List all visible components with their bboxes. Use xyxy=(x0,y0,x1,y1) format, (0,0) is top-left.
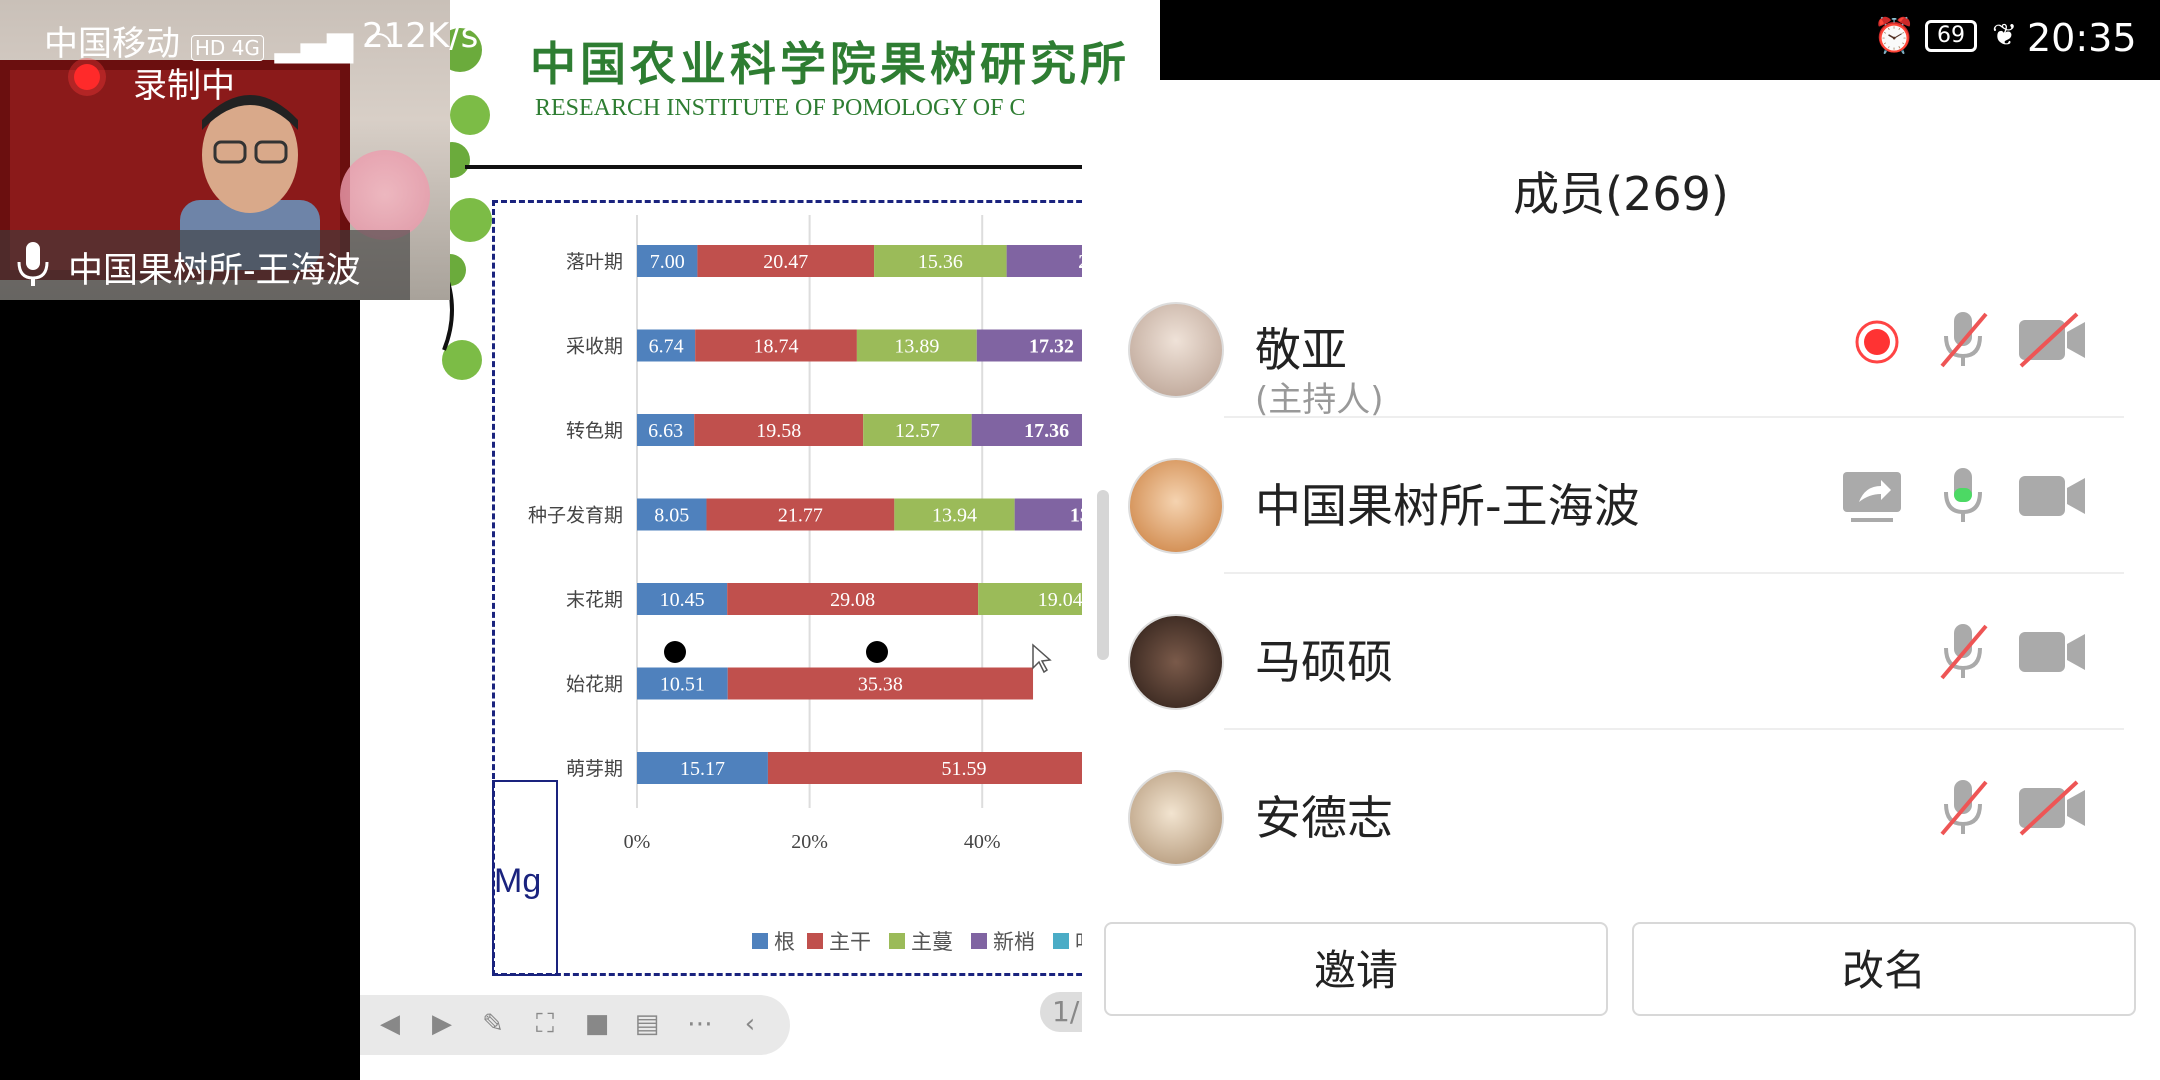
screenshot-icon[interactable]: ⛶ xyxy=(530,1009,560,1039)
category-label: 末花期 xyxy=(566,589,623,611)
member-row[interactable]: 敬亚 (主持人) xyxy=(1082,262,2160,420)
rename-button[interactable]: 改名 xyxy=(1632,922,2136,1016)
tick-label: 20% xyxy=(791,831,828,853)
category-label: 采收期 xyxy=(566,336,623,358)
clock: 20:35 xyxy=(2027,16,2137,60)
avatar xyxy=(1128,614,1224,710)
data-label: 7.00 xyxy=(650,251,685,273)
avatar xyxy=(1128,302,1224,398)
cursor-icon xyxy=(1032,643,1052,674)
camera-icon[interactable] xyxy=(2017,464,2087,528)
data-label: 29.08 xyxy=(830,589,875,611)
invite-button[interactable]: 邀请 xyxy=(1104,922,1608,1016)
data-label: 6.74 xyxy=(649,336,684,358)
mic-muted-icon[interactable] xyxy=(1928,776,1998,840)
mg-label: Mg xyxy=(494,862,542,900)
legend-label: 主干 xyxy=(829,930,871,954)
data-label: 10.51 xyxy=(660,674,705,696)
category-label: 始花期 xyxy=(566,674,623,696)
data-label: 17.36 xyxy=(1024,420,1069,442)
member-name: 安德志 xyxy=(1255,791,1393,845)
mic-muted-icon[interactable] xyxy=(1928,620,1998,684)
video-icon[interactable]: ■ xyxy=(582,1009,612,1039)
battery-indicator: 69 xyxy=(1925,20,1977,52)
mic-active-icon[interactable] xyxy=(1928,464,1998,528)
camera-off-icon[interactable] xyxy=(2017,308,2087,372)
chat-icon[interactable]: ▤ xyxy=(632,1009,662,1039)
data-label: 51.59 xyxy=(941,758,986,780)
screen-share-icon xyxy=(1843,472,1901,522)
data-label: 8.05 xyxy=(654,505,689,527)
signal-icon: ▂▄▆ xyxy=(274,24,354,64)
prev-icon[interactable]: ◀ xyxy=(375,1009,405,1039)
legend-label: 根 xyxy=(774,930,795,954)
category-label: 落叶期 xyxy=(566,251,623,273)
legend-swatch xyxy=(889,933,905,949)
next-icon[interactable]: ▶ xyxy=(427,1009,457,1039)
collapse-icon[interactable]: ‹ xyxy=(735,1009,765,1039)
speaker-name: 中国果树所-王海波 xyxy=(68,251,361,291)
avatar xyxy=(1128,458,1224,554)
legend-swatch xyxy=(1053,933,1069,949)
data-label: 20.47 xyxy=(763,251,808,273)
legend-label: 主蔓 xyxy=(911,930,953,954)
data-label: 17.32 xyxy=(1029,336,1074,358)
data-label: 13.89 xyxy=(894,336,939,358)
marker-dot xyxy=(866,641,888,663)
data-label: 6.63 xyxy=(648,420,683,442)
legend-label: 新梢 xyxy=(993,930,1035,954)
data-label: 21.77 xyxy=(778,505,823,527)
member-row[interactable]: 中国果树所-王海波 xyxy=(1082,418,2160,574)
tick-label: 40% xyxy=(964,831,1001,853)
more-icon[interactable]: ⋯ xyxy=(685,1009,715,1039)
network-speed: 212K/s xyxy=(362,16,479,56)
slide-control-bar: ◀ ▶ ✎ ⛶ ■ ▤ ⋯ ‹ xyxy=(360,995,790,1055)
record-dot-icon xyxy=(74,64,100,90)
pen-icon[interactable]: ✎ xyxy=(478,1009,508,1039)
data-label: 19.58 xyxy=(756,420,801,442)
member-name: 敬亚 xyxy=(1255,323,1347,377)
shared-slide: 中国农业科学院果树研究所 RESEARCH INSTITUTE OF POMOL… xyxy=(360,0,1160,1080)
leaf-icon: ❦ xyxy=(1992,18,2018,53)
camera-icon[interactable] xyxy=(2017,620,2087,684)
legend-swatch xyxy=(752,933,768,949)
data-label: 35.38 xyxy=(858,674,903,696)
recording-label: 录制中 xyxy=(133,66,235,106)
category-label: 萌芽期 xyxy=(566,758,623,780)
category-label: 种子发育期 xyxy=(528,505,623,527)
mic-icon xyxy=(17,242,49,286)
stacked-bar-chart: 落叶期7.0020.4715.362采收期6.7418.7413.8917.32… xyxy=(528,215,1160,954)
data-label: 10.45 xyxy=(660,589,705,611)
panel-title: 成员(269) xyxy=(1513,167,1729,221)
data-label: 15.17 xyxy=(680,758,725,780)
avatar xyxy=(1128,770,1224,866)
data-label: 19.04 xyxy=(1038,589,1083,611)
recording-icon xyxy=(1855,320,1899,364)
member-name: 马硕硕 xyxy=(1255,635,1393,689)
legend-swatch xyxy=(807,933,823,949)
data-label: 18.74 xyxy=(754,336,799,358)
marker-dot xyxy=(664,641,686,663)
member-name: 中国果树所-王海波 xyxy=(1255,479,1640,533)
tick-label: 0% xyxy=(624,831,651,853)
mic-muted-icon[interactable] xyxy=(1928,308,1998,372)
member-role: (主持人) xyxy=(1255,380,1384,420)
category-label: 转色期 xyxy=(566,420,623,442)
background-flower xyxy=(340,150,430,240)
camera-off-icon[interactable] xyxy=(2017,776,2087,840)
data-label: 15.36 xyxy=(918,251,963,273)
legend-swatch xyxy=(971,933,987,949)
member-row[interactable]: 安德志 xyxy=(1082,730,2160,886)
member-row[interactable]: 马硕硕 xyxy=(1082,574,2160,730)
data-label: 13.94 xyxy=(932,505,977,527)
data-label: 12.57 xyxy=(895,420,940,442)
alarm-icon: ⏰ xyxy=(1873,16,1916,56)
